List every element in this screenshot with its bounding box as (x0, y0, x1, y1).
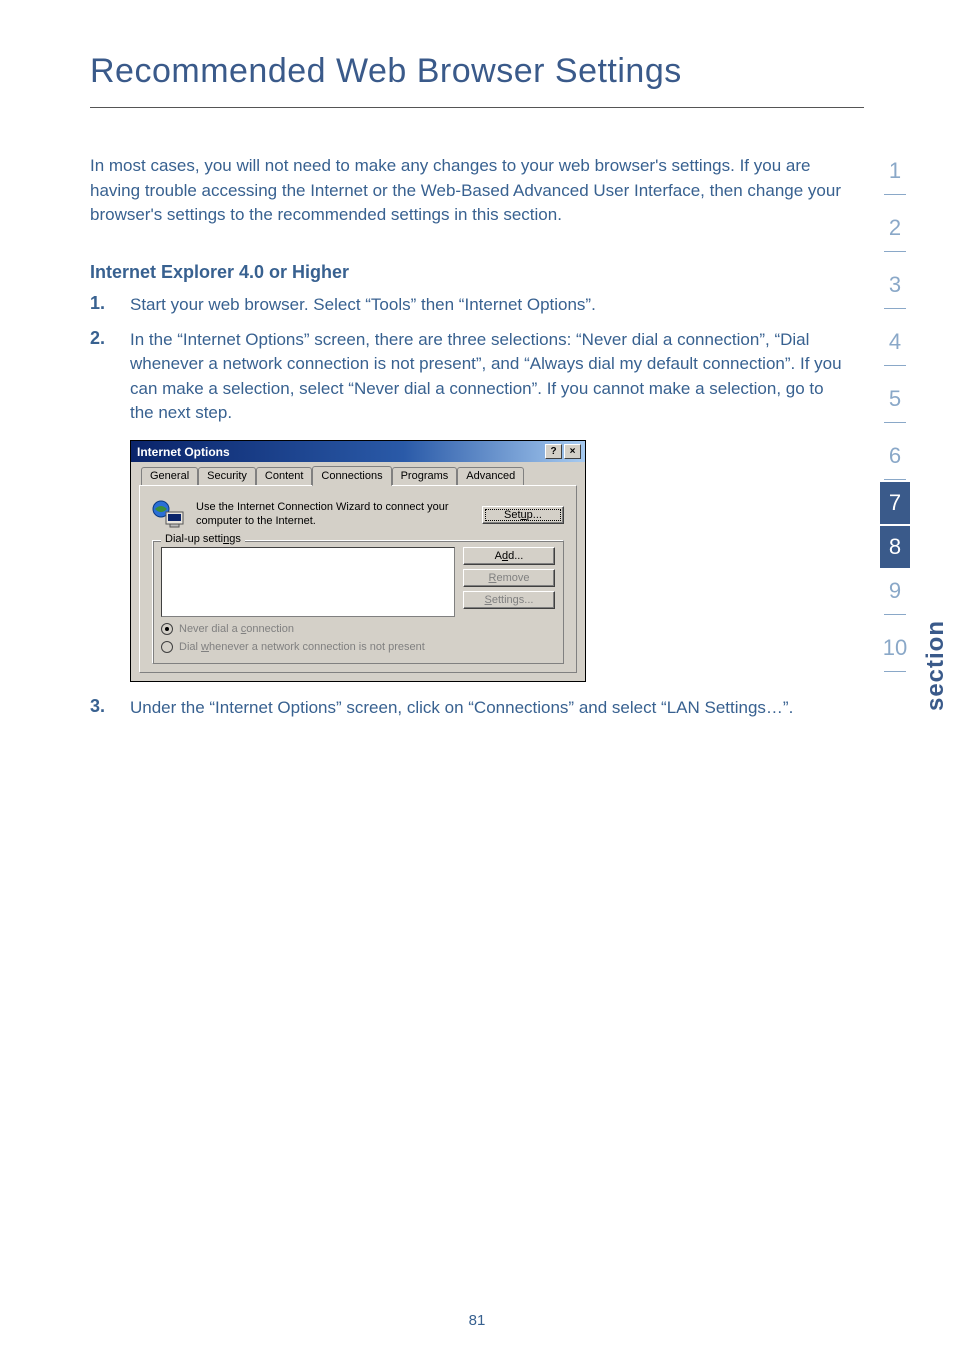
tab-content[interactable]: Content (256, 467, 313, 487)
dialog-screenshot: Internet Options ? × General Security Co… (130, 440, 954, 682)
section-label: section (922, 620, 950, 711)
nav-sep (884, 194, 906, 195)
step-1-number: 1. (90, 293, 130, 318)
step-3-text: Under the “Internet Options” screen, cli… (130, 696, 844, 721)
nav-8-current[interactable]: 8 (880, 526, 910, 568)
tab-programs[interactable]: Programs (392, 467, 458, 487)
nav-5[interactable]: 5 (880, 378, 910, 420)
nav-7[interactable]: 7 (880, 482, 910, 524)
nav-sep (884, 479, 906, 480)
page-number: 81 (0, 1312, 954, 1329)
internet-options-dialog: Internet Options ? × General Security Co… (130, 440, 586, 682)
tab-panel-connections: Use the Internet Connection Wizard to co… (139, 485, 577, 673)
tab-advanced[interactable]: Advanced (457, 467, 524, 487)
help-button[interactable]: ? (545, 444, 562, 459)
nav-sep (884, 365, 906, 366)
dialup-legend: Dial-up settings (161, 533, 245, 545)
tab-connections[interactable]: Connections (312, 466, 391, 486)
nav-10[interactable]: 10 (880, 627, 910, 669)
wizard-text: Use the Internet Connection Wizard to co… (196, 501, 472, 529)
nav-2[interactable]: 2 (880, 207, 910, 249)
nav-sep (884, 614, 906, 615)
settings-button: Settings... (463, 591, 555, 609)
nav-9[interactable]: 9 (880, 570, 910, 612)
step-2-number: 2. (90, 328, 130, 427)
step-3-number: 3. (90, 696, 130, 721)
section-nav: 1 2 3 4 5 6 7 8 9 10 (880, 150, 910, 674)
radio-icon (161, 641, 173, 653)
radio-dial-whenever: Dial whenever a network connection is no… (161, 641, 555, 653)
dialup-listbox[interactable] (161, 547, 455, 617)
nav-sep (884, 251, 906, 252)
tab-security[interactable]: Security (198, 467, 256, 487)
dialog-tabs: General Security Content Connections Pro… (139, 466, 577, 486)
nav-3[interactable]: 3 (880, 264, 910, 306)
step-2: 2. In the “Internet Options” screen, the… (90, 328, 844, 427)
nav-4[interactable]: 4 (880, 321, 910, 363)
radio-never-dial: Never dial a connection (161, 623, 555, 635)
nav-6[interactable]: 6 (880, 435, 910, 477)
dialog-titlebar: Internet Options ? × (131, 441, 585, 462)
step-3: 3. Under the “Internet Options” screen, … (90, 696, 844, 721)
title-rule (90, 107, 864, 108)
step-2-text: In the “Internet Options” screen, there … (130, 328, 844, 427)
nav-sep (884, 308, 906, 309)
add-button[interactable]: Add... (463, 547, 555, 565)
close-button[interactable]: × (564, 444, 581, 459)
dialog-title: Internet Options (137, 445, 543, 459)
nav-1[interactable]: 1 (880, 150, 910, 192)
subheading-ie4: Internet Explorer 4.0 or Higher (90, 262, 954, 283)
step-1: 1. Start your web browser. Select “Tools… (90, 293, 844, 318)
nav-sep (884, 422, 906, 423)
intro-paragraph: In most cases, you will not need to make… (90, 154, 844, 228)
dialup-settings-group: Dial-up settings Add... Remove (152, 540, 564, 664)
remove-button: Remove (463, 569, 555, 587)
setup-button[interactable]: Setup... (482, 506, 564, 524)
step-1-text: Start your web browser. Select “Tools” t… (130, 293, 844, 318)
radio-icon (161, 623, 173, 635)
tab-general[interactable]: General (141, 467, 198, 487)
page-title: Recommended Web Browser Settings (0, 0, 954, 101)
nav-sep (884, 671, 906, 672)
globe-monitor-icon (152, 500, 186, 530)
